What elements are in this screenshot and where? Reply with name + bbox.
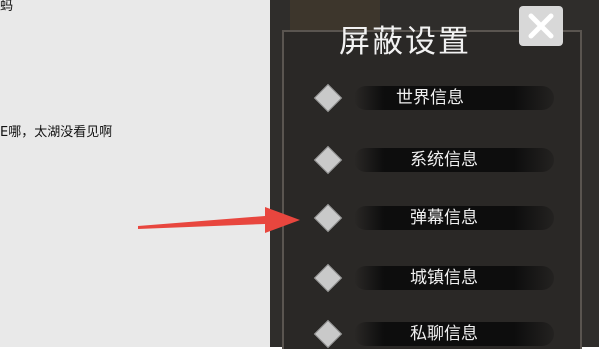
toggle-town-messages[interactable]: 城镇信息 <box>300 258 580 298</box>
toggle-danmaku-messages[interactable]: 弹幕信息 <box>300 198 580 238</box>
option-label: 城镇信息 <box>410 268 478 288</box>
chat-panel: 蚂 E哪，太湖没看见啊 <box>0 0 270 347</box>
option-label: 弹幕信息 <box>410 208 478 228</box>
toggle-private-messages[interactable]: 私聊信息 <box>300 314 580 354</box>
checkbox-diamond-icon[interactable] <box>313 83 343 113</box>
close-button[interactable] <box>519 6 563 46</box>
checkbox-diamond-icon[interactable] <box>313 203 343 233</box>
chat-message: E哪，太湖没看见啊 <box>0 125 113 140</box>
toggle-world-messages[interactable]: 世界信息 <box>300 78 580 118</box>
option-label: 世界信息 <box>396 88 464 108</box>
checkbox-diamond-icon[interactable] <box>313 319 343 349</box>
checkbox-diamond-icon[interactable] <box>313 263 343 293</box>
toggle-system-messages[interactable]: 系统信息 <box>300 140 580 180</box>
checkbox-diamond-icon[interactable] <box>313 145 343 175</box>
close-icon <box>528 13 554 39</box>
chat-message: 蚂 <box>0 0 14 14</box>
option-label: 系统信息 <box>410 150 478 170</box>
option-label: 私聊信息 <box>410 324 478 344</box>
dialog-title: 屏蔽设置 <box>339 24 471 60</box>
